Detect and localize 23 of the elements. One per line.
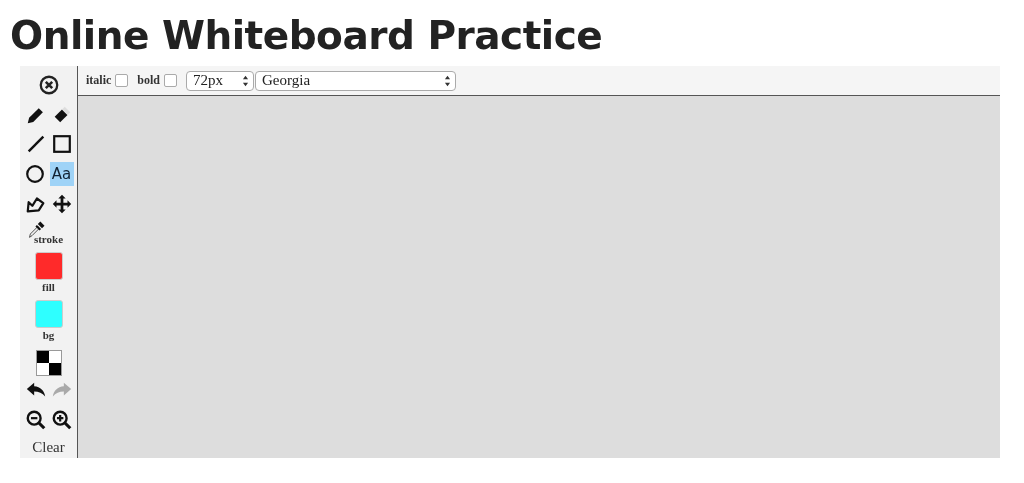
move-icon[interactable] (50, 192, 73, 215)
rectangle-icon[interactable] (50, 133, 73, 156)
italic-label: italic (86, 73, 112, 88)
fill-color-swatch[interactable] (34, 252, 63, 281)
transparent-color-icon[interactable] (35, 349, 62, 376)
stepper-arrows-icon[interactable] (242, 74, 249, 87)
bg-color-swatch[interactable] (34, 300, 63, 328)
bg-label: bg (42, 327, 55, 342)
bold-label: bold (137, 73, 160, 88)
close-icon[interactable] (37, 73, 60, 96)
zoom-out-icon[interactable] (24, 409, 47, 432)
circle-icon[interactable] (23, 163, 46, 185)
zoom-in-icon[interactable] (50, 409, 73, 432)
font-size-select[interactable]: 72px (186, 70, 254, 91)
clear-button[interactable]: Clear (30, 437, 67, 459)
italic-checkbox[interactable] (115, 74, 129, 87)
text-tool-button[interactable]: Aa (49, 162, 74, 186)
page-title: Online Whiteboard Practice (9, 12, 604, 60)
stepper-arrows-icon[interactable] (444, 74, 451, 87)
stroke-label: stroke (33, 232, 64, 247)
bold-checkbox[interactable] (164, 74, 177, 87)
fill-label: fill (42, 280, 55, 295)
font-family-select[interactable]: Georgia (255, 70, 456, 91)
